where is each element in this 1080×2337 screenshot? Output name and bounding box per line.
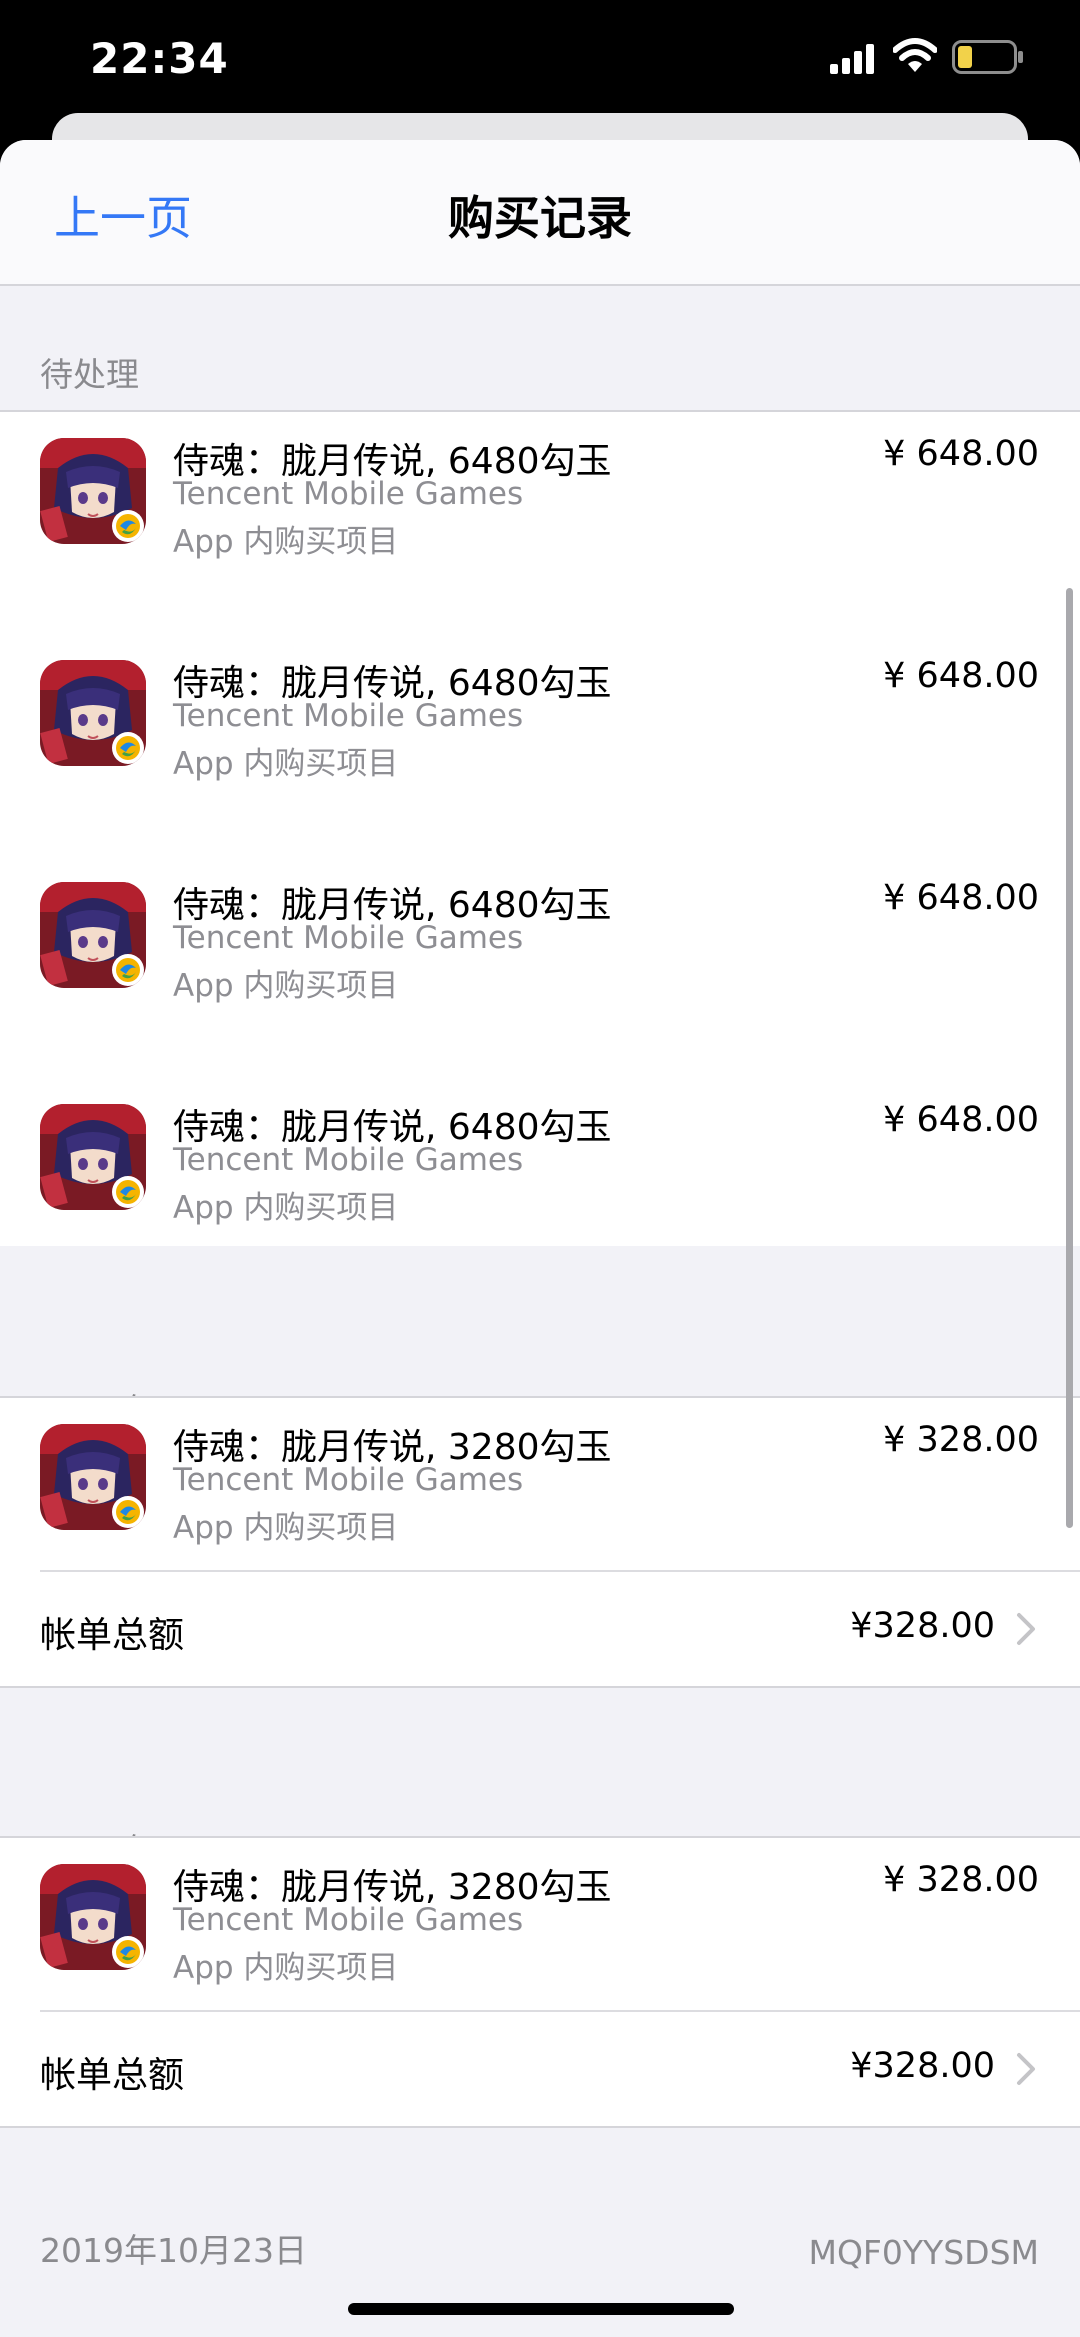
item-type: App 内购买项目 (173, 968, 399, 1004)
wifi-icon (893, 38, 937, 72)
bill-total-row[interactable]: 帐单总额 ¥328.00 (0, 2012, 1080, 2130)
item-developer: Tencent Mobile Games (173, 1902, 524, 1938)
item-type: App 内购买项目 (173, 524, 399, 560)
bill-total-label: 帐单总额 (40, 2055, 185, 2096)
item-type: App 内购买项目 (173, 1510, 399, 1546)
cellular-signal-icon (830, 44, 874, 74)
pending-list: 侍魂：胧月传说, 6480勾玉 Tencent Mobile Games App… (0, 410, 1080, 1246)
section-header-pending: 待处理 (0, 350, 1080, 410)
item-price: ¥ 648.00 (883, 434, 1039, 474)
app-icon (40, 1424, 146, 1530)
item-type: App 内购买项目 (173, 1190, 399, 1226)
battery-icon (952, 40, 1023, 74)
block-divider (0, 1686, 1080, 1688)
page-title: 购买记录 (448, 191, 632, 245)
app-icon (40, 438, 146, 544)
section-title: 待处理 (40, 355, 139, 394)
purchase-history-sheet: 上一页 购买记录 待处理 侍魂：胧月传说, 6480勾玉 Tencent Mob… (0, 140, 1080, 2337)
item-type: App 内购买项目 (173, 746, 399, 782)
chevron-right-icon (1017, 1613, 1035, 1645)
order-block: 侍魂：胧月传说, 3280勾玉 Tencent Mobile Games App… (0, 1836, 1080, 2128)
app-icon (40, 1104, 146, 1210)
bill-total-label: 帐单总额 (40, 1615, 185, 1656)
block-divider (0, 2126, 1080, 2128)
item-developer: Tencent Mobile Games (173, 920, 524, 956)
item-price: ¥ 648.00 (883, 1100, 1039, 1140)
purchase-row[interactable]: 侍魂：胧月传说, 6480勾玉 Tencent Mobile Games App… (0, 1100, 1080, 1284)
home-indicator[interactable] (348, 2303, 734, 2315)
item-price: ¥ 328.00 (883, 1420, 1039, 1460)
item-price: ¥ 328.00 (883, 1860, 1039, 1900)
purchase-row[interactable]: 侍魂：胧月传说, 6480勾玉 Tencent Mobile Games App… (0, 878, 1080, 1062)
bill-total-amount: ¥328.00 (850, 1606, 995, 1646)
item-developer: Tencent Mobile Games (173, 1462, 524, 1498)
status-bar: 22:34 (0, 0, 1080, 112)
order-block: 侍魂：胧月传说, 3280勾玉 Tencent Mobile Games App… (0, 1396, 1080, 1688)
item-type: App 内购买项目 (173, 1950, 399, 1986)
status-time: 22:34 (90, 34, 229, 83)
purchase-row[interactable]: 侍魂：胧月传说, 6480勾玉 Tencent Mobile Games App… (0, 656, 1080, 840)
chevron-right-icon (1017, 2053, 1035, 2085)
app-icon (40, 660, 146, 766)
navigation-bar: 上一页 购买记录 (0, 140, 1080, 286)
purchase-row[interactable]: 侍魂：胧月传说, 6480勾玉 Tencent Mobile Games App… (0, 434, 1080, 618)
item-price: ¥ 648.00 (883, 656, 1039, 696)
scroll-indicator[interactable] (1066, 588, 1073, 1528)
order-date: 2019年10月23日 (40, 2231, 307, 2270)
item-developer: Tencent Mobile Games (173, 698, 524, 734)
app-icon (40, 882, 146, 988)
item-developer: Tencent Mobile Games (173, 476, 524, 512)
order-id: MQF0YYSDSM (808, 2233, 1039, 2272)
item-developer: Tencent Mobile Games (173, 1142, 524, 1178)
item-price: ¥ 648.00 (883, 878, 1039, 918)
bill-total-row[interactable]: 帐单总额 ¥328.00 (0, 1572, 1080, 1690)
bill-total-amount: ¥328.00 (850, 2046, 995, 2086)
app-icon (40, 1864, 146, 1970)
